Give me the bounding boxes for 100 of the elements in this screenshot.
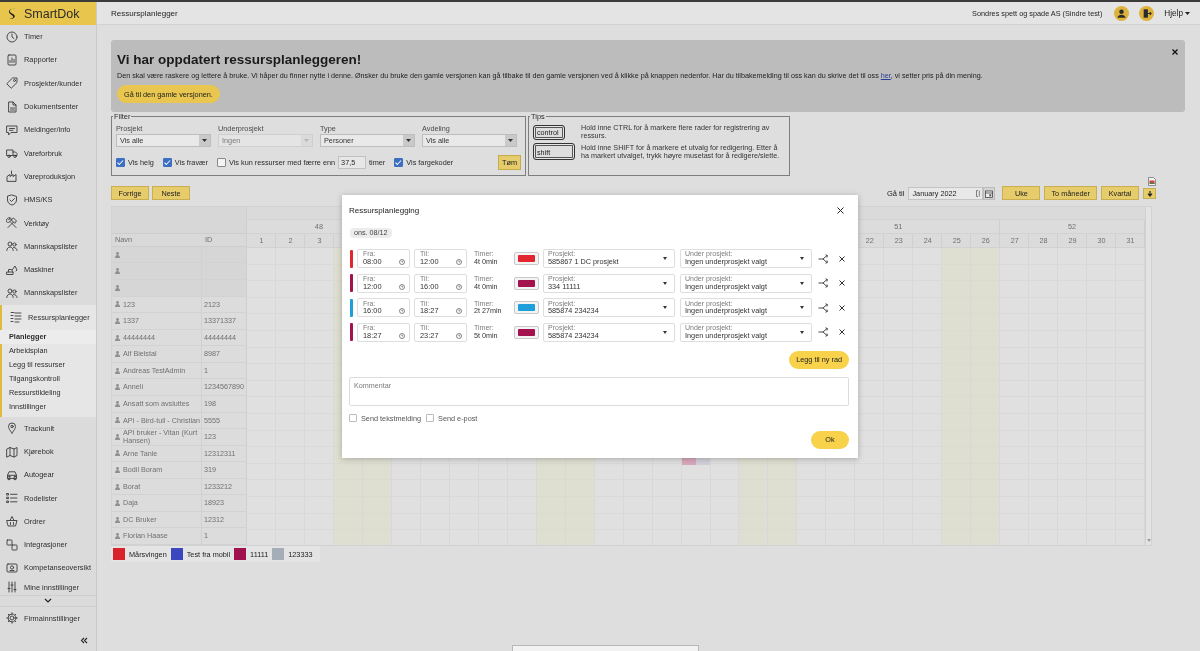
checkbox[interactable] [162, 158, 172, 167]
branch-icon[interactable] [818, 302, 830, 313]
caret-icon [800, 330, 804, 334]
calendar-button[interactable] [983, 187, 996, 200]
clock-icon [399, 259, 405, 266]
booking-block[interactable] [681, 457, 696, 465]
person-icon [115, 301, 120, 308]
caret-icon [406, 139, 411, 142]
pin-icon [6, 422, 18, 435]
checkbox[interactable] [426, 414, 435, 423]
person-icon [115, 268, 120, 275]
people-icon [6, 240, 18, 253]
image-file-icon[interactable] [1148, 177, 1156, 186]
person-icon [115, 400, 120, 407]
logout-icon[interactable] [1139, 5, 1155, 21]
car-icon [6, 468, 18, 481]
caret-icon [1185, 11, 1190, 15]
color-picker-button[interactable] [514, 252, 539, 265]
scrollbar[interactable] [1145, 207, 1151, 545]
color-picker-button[interactable] [514, 301, 539, 315]
caret-icon [663, 306, 667, 310]
person-icon [115, 251, 120, 258]
chat-icon [6, 123, 18, 136]
person-icon [115, 417, 120, 424]
clock-icon [399, 308, 405, 315]
arrow-down-icon [1146, 190, 1153, 197]
truck-icon [6, 147, 18, 160]
download-button[interactable] [1143, 188, 1156, 199]
checkbox[interactable] [394, 158, 404, 167]
chevron-down-icon[interactable] [44, 598, 52, 604]
page-title: Ressursplanlegger [111, 8, 179, 18]
person-icon [115, 533, 120, 540]
cursor-icon [976, 190, 981, 197]
person-icon [115, 450, 120, 457]
dialog-title: Ressursplanlegging [349, 205, 420, 215]
user-icon[interactable] [1114, 5, 1130, 21]
checkbox[interactable] [116, 158, 125, 167]
caret-icon [202, 139, 207, 142]
close-button[interactable] [835, 204, 846, 216]
cross-icon[interactable] [839, 304, 845, 311]
caret-icon [508, 139, 513, 142]
squares-icon [6, 538, 18, 551]
list-icon [10, 311, 22, 324]
clock-icon [456, 308, 462, 315]
clock-icon [6, 30, 18, 43]
settings-icon [6, 612, 18, 625]
clock-icon [456, 333, 462, 340]
person-icon [115, 500, 120, 507]
clock-icon [456, 259, 462, 266]
color-picker-button[interactable] [514, 325, 539, 339]
hammer-wrench-icon [6, 217, 18, 229]
branch-icon[interactable] [818, 278, 830, 289]
checkbox[interactable] [349, 414, 357, 423]
logo[interactable]: SmartDok [0, 2, 96, 25]
caret-icon [663, 330, 667, 334]
cross-icon[interactable] [839, 280, 845, 287]
branch-icon[interactable] [818, 327, 830, 338]
excavator-icon [6, 263, 18, 276]
cross-icon[interactable] [839, 329, 845, 336]
close-icon [1172, 49, 1178, 55]
shield-icon [6, 193, 18, 206]
caret-icon [800, 306, 804, 310]
person-icon [115, 317, 120, 324]
report-icon [6, 53, 18, 66]
caret-icon [663, 257, 667, 260]
person-icon [115, 483, 120, 490]
color-picker-button[interactable] [514, 276, 539, 290]
logo-icon [8, 7, 17, 20]
caret-icon [663, 281, 667, 285]
person-icon [115, 467, 120, 473]
caret-icon [800, 257, 804, 260]
document-icon [6, 100, 18, 113]
clock-icon [456, 283, 462, 290]
basket-icon [6, 515, 18, 528]
caret-icon [304, 139, 309, 142]
card-icon [6, 562, 18, 574]
checkbox[interactable] [216, 158, 226, 167]
people-icon [6, 286, 18, 299]
person-icon [115, 351, 120, 358]
branch-icon[interactable] [818, 253, 830, 264]
person-icon [115, 433, 120, 440]
clock-icon [399, 333, 405, 340]
factory-icon [6, 170, 18, 183]
close-icon [837, 206, 844, 214]
calendar-icon [985, 189, 994, 198]
sliders-icon [6, 581, 18, 594]
banner-title: Vi har oppdatert ressursplanleggeren! [117, 52, 362, 68]
cross-icon[interactable] [839, 255, 845, 262]
person-icon [115, 516, 120, 523]
double-chevron-left-icon[interactable] [80, 636, 88, 644]
checklist-icon [6, 492, 18, 505]
person-icon [115, 334, 120, 341]
tag-icon [6, 77, 18, 90]
person-icon [115, 284, 120, 291]
caret-icon [800, 281, 804, 285]
close-button[interactable] [1171, 48, 1179, 56]
clock-icon [399, 283, 405, 290]
help-menu[interactable]: Hjelp [1164, 8, 1190, 18]
person-icon [115, 384, 120, 391]
person-icon [115, 367, 120, 374]
